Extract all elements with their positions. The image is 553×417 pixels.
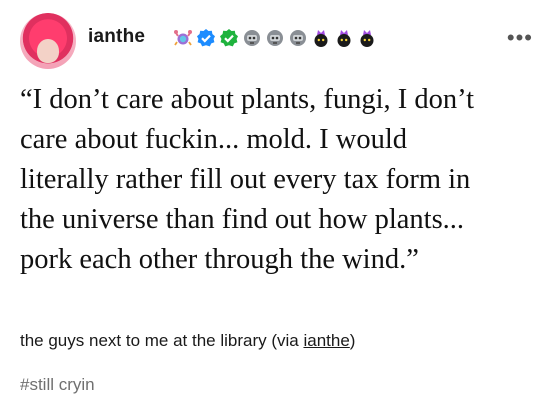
more-options-icon[interactable]: ••• [507,27,533,49]
avatar[interactable] [20,13,76,69]
via-link[interactable]: ianthe [303,331,349,350]
robot-head-icon[interactable] [242,28,262,48]
blue-check-icon[interactable] [196,28,216,48]
green-check-icon[interactable] [219,28,239,48]
caption-suffix: ) [349,331,356,350]
badge-row [173,27,377,49]
post-header: ianthe ••• [20,13,535,69]
username[interactable]: ianthe [88,26,145,48]
purple-crown-bomb-icon[interactable] [311,28,331,48]
purple-crown-bomb-icon[interactable] [357,28,377,48]
quote-line: “I don’t care about plants, fungi, I don… [20,84,475,115]
purple-crown-bomb-icon[interactable] [334,28,354,48]
quote-line: pork each other through the wind.” [20,244,419,275]
quote-line: the universe than find out how plants... [20,204,465,235]
quote-text: “I don’t care about plants, fungi, I don… [20,80,540,280]
robot-head-icon[interactable] [265,28,285,48]
crab-badge-icon[interactable] [173,28,193,48]
post-tag[interactable]: #still cryin [20,375,95,395]
quote-line: literally rather fill out every tax form… [20,164,471,195]
caption: the guys next to me at the library (via … [20,331,355,351]
robot-head-icon[interactable] [288,28,308,48]
caption-text: the guys next to me at the library (via [20,331,304,350]
quote-line: care about fuckin... mold. I would [20,124,408,155]
